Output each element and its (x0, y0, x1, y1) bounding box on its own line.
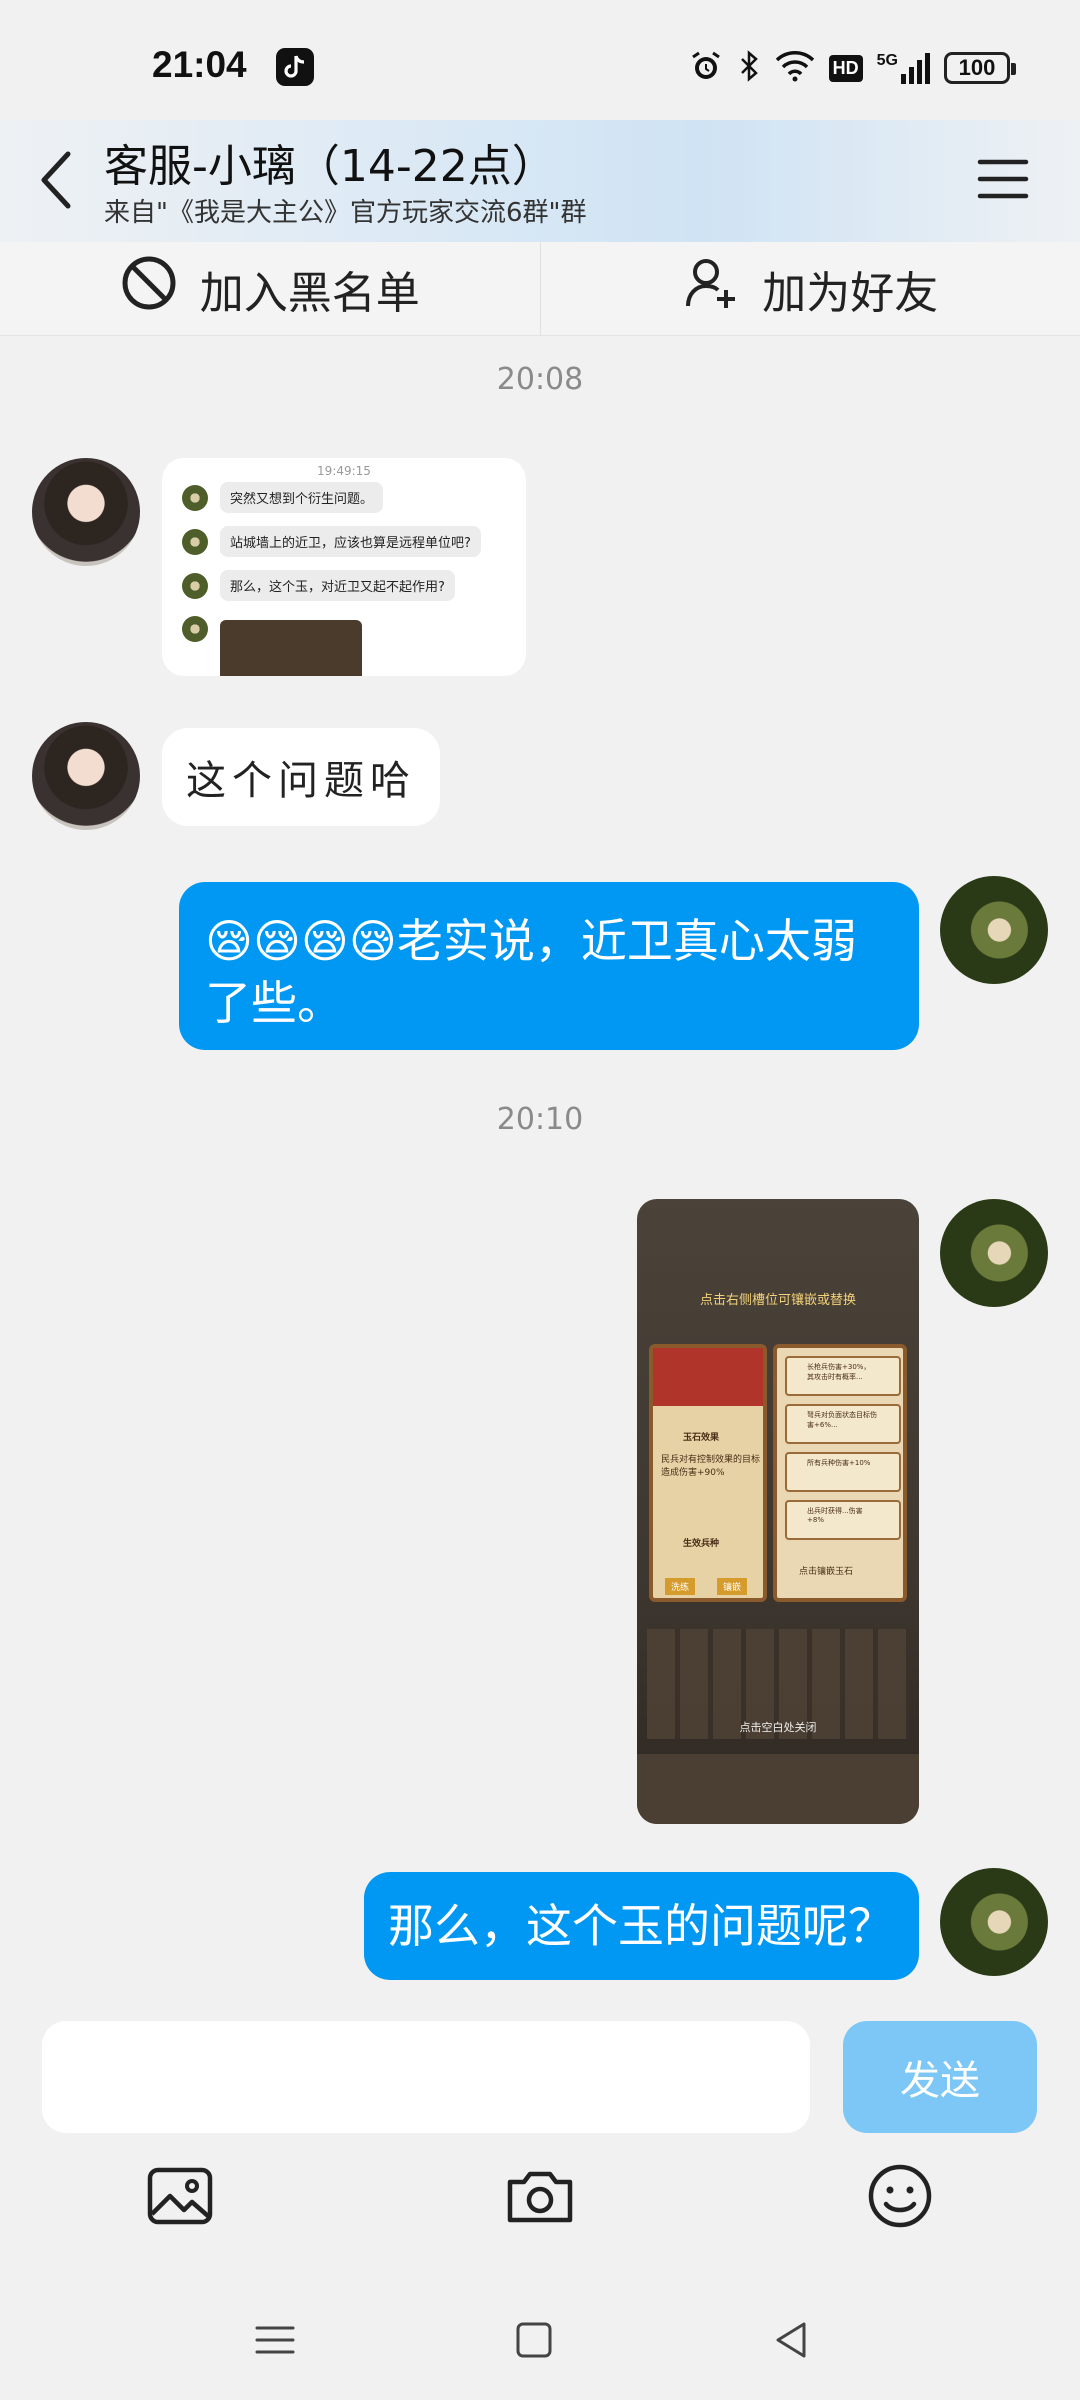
game-text: 点击镶嵌玉石 (799, 1567, 854, 1577)
screenshot-text: 那么，这个玉，对近卫又起不起作用? (220, 570, 455, 601)
recent-apps-icon[interactable] (245, 2310, 305, 2370)
screenshot-line: 站城墙上的近卫，应该也算是远程单位吧? (182, 526, 481, 557)
emoji-icon[interactable] (864, 2160, 936, 2232)
avatar-self[interactable] (940, 1868, 1048, 1976)
add-friend-button[interactable]: 加为好友 (541, 242, 1080, 335)
back-arrow-icon[interactable] (36, 148, 80, 212)
avatar (182, 616, 208, 642)
avatar-other[interactable] (32, 458, 140, 566)
add-user-icon (682, 254, 740, 323)
avatar (182, 528, 208, 555)
add-to-blacklist-button[interactable]: 加入黑名单 (0, 242, 540, 335)
screenshot-text: 站城墙上的近卫，应该也算是远程单位吧? (220, 526, 481, 557)
game-button: 镶嵌 (717, 1578, 748, 1595)
add-to-blacklist-label: 加入黑名单 (199, 267, 420, 319)
avatar (182, 484, 208, 511)
image-message[interactable]: 19:49:15 突然又想到个衍生问题。 站城墙上的近卫，应该也算是远程单位吧?… (162, 458, 526, 676)
camera-icon[interactable] (504, 2160, 576, 2232)
battery-indicator: 100 (944, 52, 1016, 84)
message-bubble-outgoing[interactable]: 😪😪😪😪老实说，近卫真心太弱了些。 (179, 882, 919, 1050)
game-text: 民兵对有控制效果的目标造成伤害+90% (661, 1455, 761, 1478)
alarm-icon (689, 49, 723, 87)
input-area: 发送 (0, 2005, 1080, 2165)
back-nav-icon[interactable] (762, 2310, 822, 2370)
game-text: 生效兵种 (683, 1539, 720, 1549)
screenshot-line (182, 616, 208, 642)
add-friend-label: 加为好友 (762, 267, 939, 319)
avatar-other[interactable] (32, 722, 140, 830)
status-icons: HD 5G 100 (689, 48, 1016, 88)
avatar-self[interactable] (940, 876, 1048, 984)
game-slot-panel: 长枪兵伤害+30%，其攻击时有概率... 弩兵对负面状态目标伤害+6%... 所… (773, 1344, 907, 1602)
avatar (182, 572, 208, 599)
hd-badge: HD (828, 54, 863, 82)
bluetooth-icon (737, 49, 761, 87)
game-button: 洗练 (665, 1578, 696, 1595)
game-text: 玉石效果 (683, 1433, 720, 1443)
message-timestamp: 20:08 (496, 362, 584, 397)
game-banner-text: 点击右侧槽位可镶嵌或替换 (699, 1293, 856, 1308)
game-text: 所有兵种伤害+10% (807, 1459, 871, 1467)
chat-title: 客服-小璃（14-22点） (104, 141, 556, 192)
message-bubble-outgoing[interactable]: 那么，这个玉的问题呢？ (364, 1872, 919, 1980)
chat-subtitle: 来自"《我是大主公》官方玩家交流6群"群 (104, 198, 587, 228)
message-text: 那么，这个玉的问题呢？ (388, 1899, 894, 1953)
message-bubble-incoming[interactable]: 这个问题哈 (162, 728, 440, 826)
game-close-hint: 点击空白处关闭 (739, 1721, 817, 1734)
screenshot-text: 突然又想到个衍生问题。 (220, 482, 384, 513)
game-text: 出兵时获得...伤害+8% (807, 1507, 863, 1524)
tiktok-icon (276, 48, 314, 86)
action-bar: 加入黑名单 加为好友 (0, 242, 1080, 336)
send-button[interactable]: 发送 (843, 2021, 1037, 2133)
screenshot-thumbnail (220, 620, 362, 676)
hamburger-menu-icon[interactable] (976, 154, 1030, 204)
avatar-self[interactable] (940, 1199, 1048, 1307)
message-input[interactable] (42, 2021, 810, 2133)
home-icon[interactable] (504, 2310, 564, 2370)
image-icon[interactable] (144, 2160, 216, 2232)
block-icon (120, 254, 178, 323)
game-gem-panel: 玉石效果 民兵对有控制效果的目标造成伤害+90% 生效兵种 洗练 镶嵌 (649, 1344, 767, 1602)
game-screenshot-image[interactable]: 点击右侧槽位可镶嵌或替换 玉石效果 民兵对有控制效果的目标造成伤害+90% 生效… (637, 1199, 919, 1824)
game-text: 长枪兵伤害+30%，其攻击时有概率... (807, 1363, 871, 1381)
message-text: 这个问题哈 (186, 758, 416, 804)
signal-icon: 5G (877, 52, 930, 84)
screenshot-line: 那么，这个玉，对近卫又起不起作用? (182, 570, 455, 601)
screenshot-line: 突然又想到个衍生问题。 (182, 482, 384, 513)
game-text: 弩兵对负面状态目标伤害+6%... (807, 1411, 877, 1429)
network-type: 5G (876, 52, 898, 69)
wifi-icon (775, 50, 815, 86)
status-bar: 21:04 HD 5G 100 (0, 0, 1080, 120)
message-text: 😪😪😪😪老实说，近卫真心太弱了些。 (205, 914, 857, 1030)
message-timestamp: 20:10 (496, 1102, 584, 1137)
screenshot-time: 19:49:15 (317, 464, 371, 478)
game-footer (637, 1754, 919, 1824)
chat-header: 客服-小璃（14-22点） 来自"《我是大主公》官方玩家交流6群"群 (0, 120, 1080, 242)
status-time: 21:04 (152, 44, 247, 85)
